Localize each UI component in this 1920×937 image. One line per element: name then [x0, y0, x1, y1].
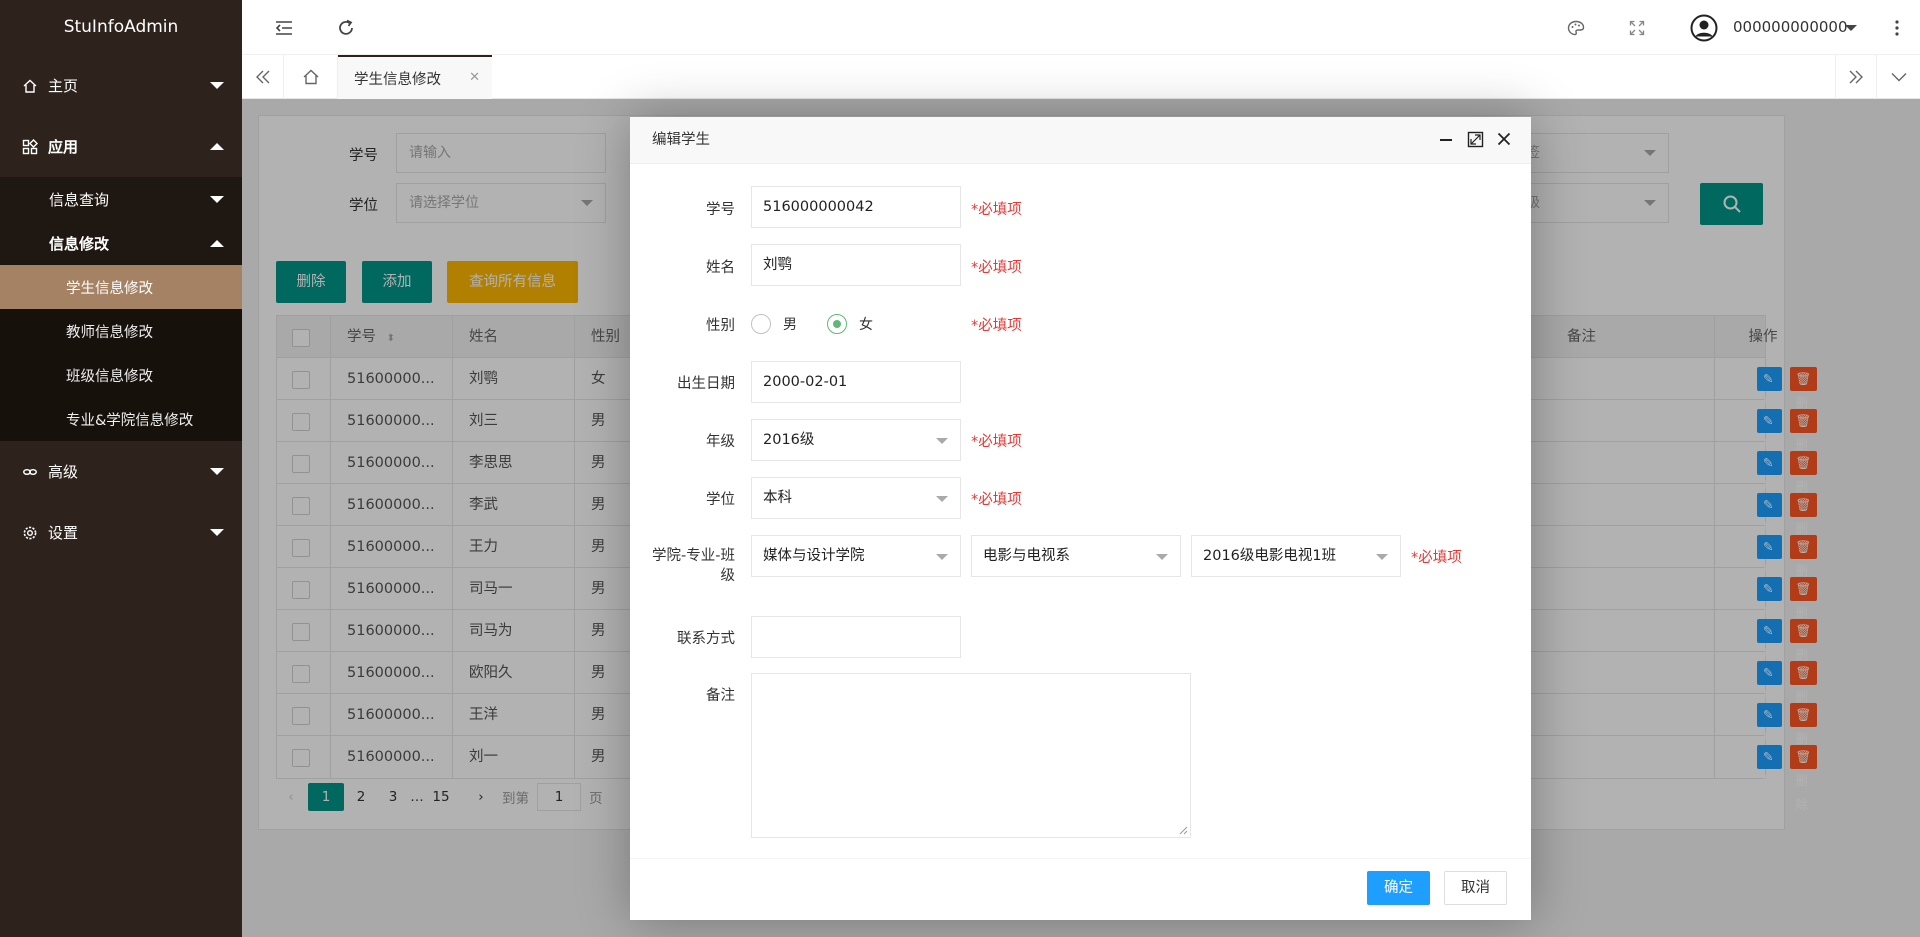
gender-label: 性别 [706, 318, 735, 334]
college-label: 学院-专业-班 级 [652, 548, 735, 584]
modify-submenu: 学生信息修改 教师信息修改 班级信息修改 专业&学院信息修改 [0, 265, 242, 441]
sidebar-item-label: 高级 [48, 463, 79, 481]
select-value: 2016级 [763, 432, 815, 448]
degree-select[interactable]: 本科 [751, 477, 961, 519]
sidebar-item-label: 信息修改 [49, 234, 110, 253]
sidebar-item-label: 主页 [48, 77, 79, 95]
college-select[interactable]: 媒体与设计学院 [751, 535, 961, 577]
cancel-button[interactable]: 取消 [1444, 871, 1507, 905]
resize-handle-icon[interactable] [1178, 825, 1188, 835]
select-value: 2016级电影电视1班 [1203, 548, 1337, 564]
required-hint: *必填项 [971, 260, 1022, 276]
gender-male-label[interactable]: 男 [783, 314, 797, 334]
sidebar-item-advanced[interactable]: 高级 [0, 441, 242, 502]
fullscreen-icon[interactable] [1625, 0, 1649, 55]
username[interactable]: 000000000000 [1733, 0, 1848, 55]
required-hint: *必填项 [971, 492, 1022, 508]
required-hint: *必填项 [971, 318, 1022, 334]
contact-input[interactable] [751, 616, 961, 658]
chevron-down-icon [210, 529, 224, 536]
close-icon[interactable] [1496, 131, 1512, 147]
avatar[interactable] [1689, 0, 1719, 55]
dialog-footer: 确定 取消 [630, 858, 1531, 920]
required-hint: *必填项 [971, 202, 1022, 218]
more-vertical-icon[interactable] [1887, 0, 1907, 55]
maximize-icon[interactable] [1467, 131, 1484, 148]
gender-male-radio[interactable] [751, 314, 771, 334]
id-label: 学号 [706, 202, 735, 218]
gear-icon [22, 525, 38, 541]
sidebar-item-settings[interactable]: 设置 [0, 502, 242, 563]
birth-date-input[interactable]: 2000-02-01 [751, 361, 961, 403]
birth-label: 出生日期 [677, 376, 735, 392]
chevron-down-icon [1156, 554, 1168, 560]
sidebar-item-teacher-modify[interactable]: 教师信息修改 [0, 309, 242, 353]
apps-submenu: 信息查询 信息修改 学生信息修改 教师信息修改 班级信息修改 专业&学院信息修改 [0, 177, 242, 441]
sidebar-item-apps[interactable]: 应用 [0, 116, 242, 177]
select-value: 本科 [763, 490, 792, 506]
required-hint: *必填项 [971, 434, 1022, 450]
top-header: 000000000000 [242, 0, 1920, 55]
class-select[interactable]: 2016级电影电视1班 [1191, 535, 1401, 577]
menu-collapse-icon[interactable] [272, 0, 296, 55]
sidebar-item-home[interactable]: 主页 [0, 55, 242, 116]
sidebar-item-major-college-modify[interactable]: 专业&学院信息修改 [0, 397, 242, 441]
grade-select[interactable]: 2016级 [751, 419, 961, 461]
chevron-down-icon [1376, 554, 1388, 560]
tabs-scroll-right-icon[interactable] [1835, 55, 1877, 99]
sidebar-item-info-query[interactable]: 信息查询 [0, 177, 242, 221]
sidebar: StuInfoAdmin 主页 应用 信息查询 信息修改 学生信息修改 教师信息… [0, 0, 242, 937]
tab-student-modify[interactable]: 学生信息修改 ✕ [338, 55, 492, 99]
name-input[interactable]: 刘鹗 [751, 244, 961, 286]
chevron-down-icon [936, 496, 948, 502]
link-icon [22, 464, 38, 480]
home-icon [22, 78, 38, 94]
chevron-down-icon [936, 554, 948, 560]
contact-label: 联系方式 [677, 631, 735, 647]
sidebar-item-label: 设置 [48, 524, 79, 542]
sidebar-item-info-modify[interactable]: 信息修改 [0, 221, 242, 265]
id-input[interactable]: 516000000042 [751, 186, 961, 228]
remark-label: 备注 [706, 688, 735, 704]
chevron-up-icon [210, 143, 224, 150]
edit-student-dialog: 编辑学生 学号 516000000042 *必填项 姓名 刘鹗 *必填项 性别 … [630, 117, 1531, 920]
major-select[interactable]: 电影与电视系 [971, 535, 1181, 577]
chevron-down-icon [936, 438, 948, 444]
gender-female-label[interactable]: 女 [859, 314, 873, 334]
chevron-down-icon [210, 82, 224, 89]
sidebar-item-label: 信息查询 [49, 190, 110, 209]
required-hint: *必填项 [1411, 550, 1462, 566]
degree-label: 学位 [706, 492, 735, 508]
theme-palette-icon[interactable] [1564, 0, 1588, 55]
grade-label: 年级 [706, 434, 735, 450]
gender-female-radio[interactable] [827, 314, 847, 334]
apps-icon [22, 138, 38, 155]
tab-bar: 学生信息修改 ✕ [242, 55, 1920, 99]
tab-label: 学生信息修改 [354, 71, 441, 88]
close-icon[interactable]: ✕ [469, 70, 480, 85]
chevron-down-icon [210, 468, 224, 475]
caret-down-icon[interactable] [1843, 0, 1859, 55]
name-label: 姓名 [706, 260, 735, 276]
tabs-menu-icon[interactable] [1877, 55, 1920, 99]
select-value: 电影与电视系 [983, 548, 1070, 564]
chevron-up-icon [210, 240, 224, 247]
refresh-icon[interactable] [334, 0, 358, 55]
dialog-title: 编辑学生 [630, 117, 1531, 164]
remark-textarea[interactable] [751, 673, 1191, 838]
tabs-scroll-left-icon[interactable] [242, 55, 284, 99]
sidebar-item-label: 应用 [48, 138, 79, 156]
confirm-button[interactable]: 确定 [1367, 871, 1430, 905]
tab-home-icon[interactable] [284, 55, 338, 99]
sidebar-item-class-modify[interactable]: 班级信息修改 [0, 353, 242, 397]
minimize-icon[interactable] [1438, 131, 1454, 147]
chevron-down-icon [210, 196, 224, 203]
select-value: 媒体与设计学院 [763, 548, 865, 564]
sidebar-item-student-modify[interactable]: 学生信息修改 [0, 265, 242, 309]
app-logo: StuInfoAdmin [63, 17, 179, 37]
